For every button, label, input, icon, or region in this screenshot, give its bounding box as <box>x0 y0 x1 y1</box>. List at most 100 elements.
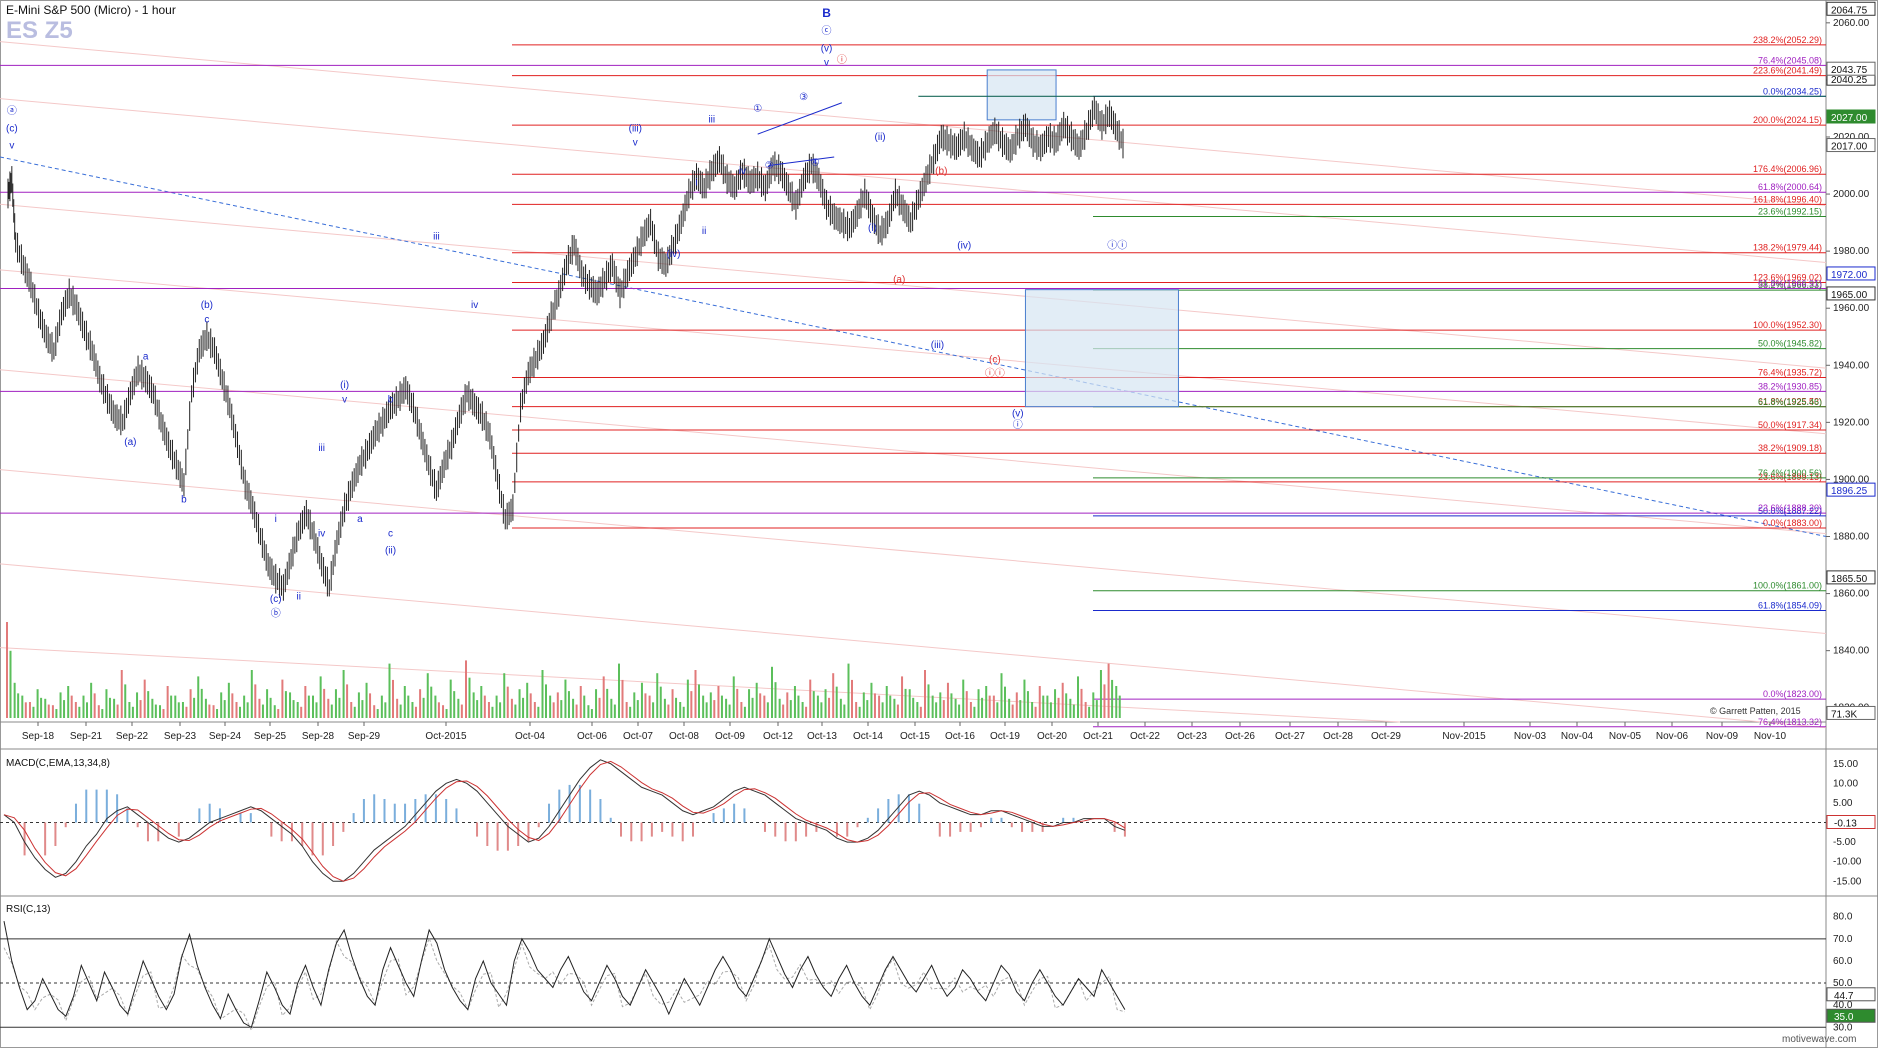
volume-bar <box>334 689 337 718</box>
volume-bar <box>835 686 838 718</box>
x-tick-label: Oct-27 <box>1275 731 1305 742</box>
volume-bar <box>6 622 8 718</box>
volume-bar <box>896 704 899 718</box>
volume-bar <box>350 702 353 718</box>
volume-bar <box>44 698 47 718</box>
volume-bar <box>919 706 922 718</box>
macd-hist-bar <box>969 822 972 832</box>
volume-bar <box>939 692 942 718</box>
volume-bar <box>28 702 31 718</box>
volume-bar <box>434 695 437 718</box>
wave-label: iv <box>471 300 478 311</box>
volume-bar <box>414 706 417 718</box>
volume-bar <box>376 709 379 718</box>
macd-hist-bar <box>661 822 664 832</box>
volume-bar <box>1107 663 1110 718</box>
volume-bar <box>549 695 552 718</box>
macd-hist-bar <box>537 822 540 828</box>
highlight-box-target <box>1024 289 1179 408</box>
volume-bar <box>862 692 865 718</box>
volume-bar <box>644 693 647 718</box>
volume-bar <box>855 702 858 718</box>
macd-hist-bar <box>938 822 941 837</box>
volume-bar <box>1038 686 1041 718</box>
volume-bar <box>139 700 142 718</box>
volume-bar <box>843 704 846 718</box>
volume-bar <box>973 706 976 718</box>
volume-bar <box>422 697 425 718</box>
wave-label: (ii) <box>875 132 886 143</box>
macd-hist-bar <box>496 822 499 851</box>
price-tag-label: 2027.00 <box>1831 113 1868 124</box>
volume-bar <box>1000 673 1003 718</box>
volume-bar <box>893 698 896 718</box>
x-tick-label: Oct-07 <box>623 731 653 742</box>
volume-bar <box>266 689 269 718</box>
y-tick-label: 1840.00 <box>1833 646 1870 657</box>
x-tick-label: Sep-18 <box>22 731 55 742</box>
volume-bar <box>1054 689 1057 718</box>
volume-bar <box>1065 693 1068 718</box>
volume-bar <box>353 706 356 718</box>
macd-hist-bar <box>362 799 365 823</box>
volume-bar <box>277 709 280 718</box>
volume-bar <box>338 697 341 718</box>
volume-bar <box>113 698 116 718</box>
x-tick-label: Oct-26 <box>1225 731 1255 742</box>
volume-bar <box>1015 692 1018 718</box>
volume-bar <box>124 684 127 718</box>
macd-hist-bar <box>126 808 129 823</box>
y-tick-label: 1940.00 <box>1833 360 1870 371</box>
macd-hist-bar <box>949 822 952 837</box>
macd-hist-bar <box>1031 822 1034 832</box>
volume-bar <box>292 700 295 718</box>
y-tick-label: 2000.00 <box>1833 189 1870 200</box>
volume-bar <box>457 698 460 718</box>
channel-line <box>0 369 1827 535</box>
volume-bar <box>289 692 292 718</box>
rsi-last-value: 44.7 <box>1834 991 1854 1002</box>
macd-tick-label: -5.00 <box>1833 837 1856 848</box>
macd-hist-bar <box>599 799 602 823</box>
volume-bar <box>204 698 207 718</box>
volume-bar <box>759 693 762 718</box>
macd-hist-bar <box>650 822 653 837</box>
wave-label: iii <box>433 232 440 243</box>
x-tick-label: Nov-03 <box>1514 731 1547 742</box>
volume-bar <box>556 692 559 718</box>
volume-bar <box>560 700 563 718</box>
volume-bar <box>816 695 819 718</box>
fib-label: 61.8%(1925.46) <box>1758 397 1822 407</box>
macd-hist-bar <box>146 822 149 842</box>
wave-label: v <box>9 140 14 151</box>
x-tick-label: Oct-29 <box>1371 731 1401 742</box>
macd-hist-bar <box>424 794 427 823</box>
wave-label: (ii) <box>385 546 396 557</box>
y-tick-label: 1860.00 <box>1833 589 1870 600</box>
volume-bar <box>866 700 869 718</box>
volume-bar <box>510 698 513 718</box>
volume-bar <box>101 709 104 718</box>
fib-label: 161.8%(1996.40) <box>1753 194 1822 204</box>
volume-bar <box>449 679 452 718</box>
macd-hist-bar <box>476 822 479 837</box>
volume-bar <box>942 700 945 718</box>
macd-hist-bar <box>784 822 787 842</box>
x-tick-label: Oct-08 <box>669 731 699 742</box>
volume-bar <box>901 676 904 718</box>
volume-bar <box>472 692 475 718</box>
volume-bar <box>453 691 456 718</box>
x-tick-label: Sep-22 <box>116 731 149 742</box>
volume-bar <box>200 688 203 718</box>
macd-hist-bar <box>866 817 869 823</box>
fib-label: 61.8%(1854.09) <box>1758 600 1822 610</box>
fib-label: 76.4%(1935.72) <box>1758 367 1822 377</box>
outer-frame <box>0 0 1878 1048</box>
volume-bar <box>239 706 241 718</box>
volume-bar <box>74 702 77 718</box>
volume-bar <box>51 705 54 718</box>
wave-label: (i) <box>868 223 877 234</box>
volume-bar <box>522 697 525 718</box>
x-tick-label: Nov-06 <box>1656 731 1689 742</box>
x-tick-label: Oct-14 <box>853 731 883 742</box>
